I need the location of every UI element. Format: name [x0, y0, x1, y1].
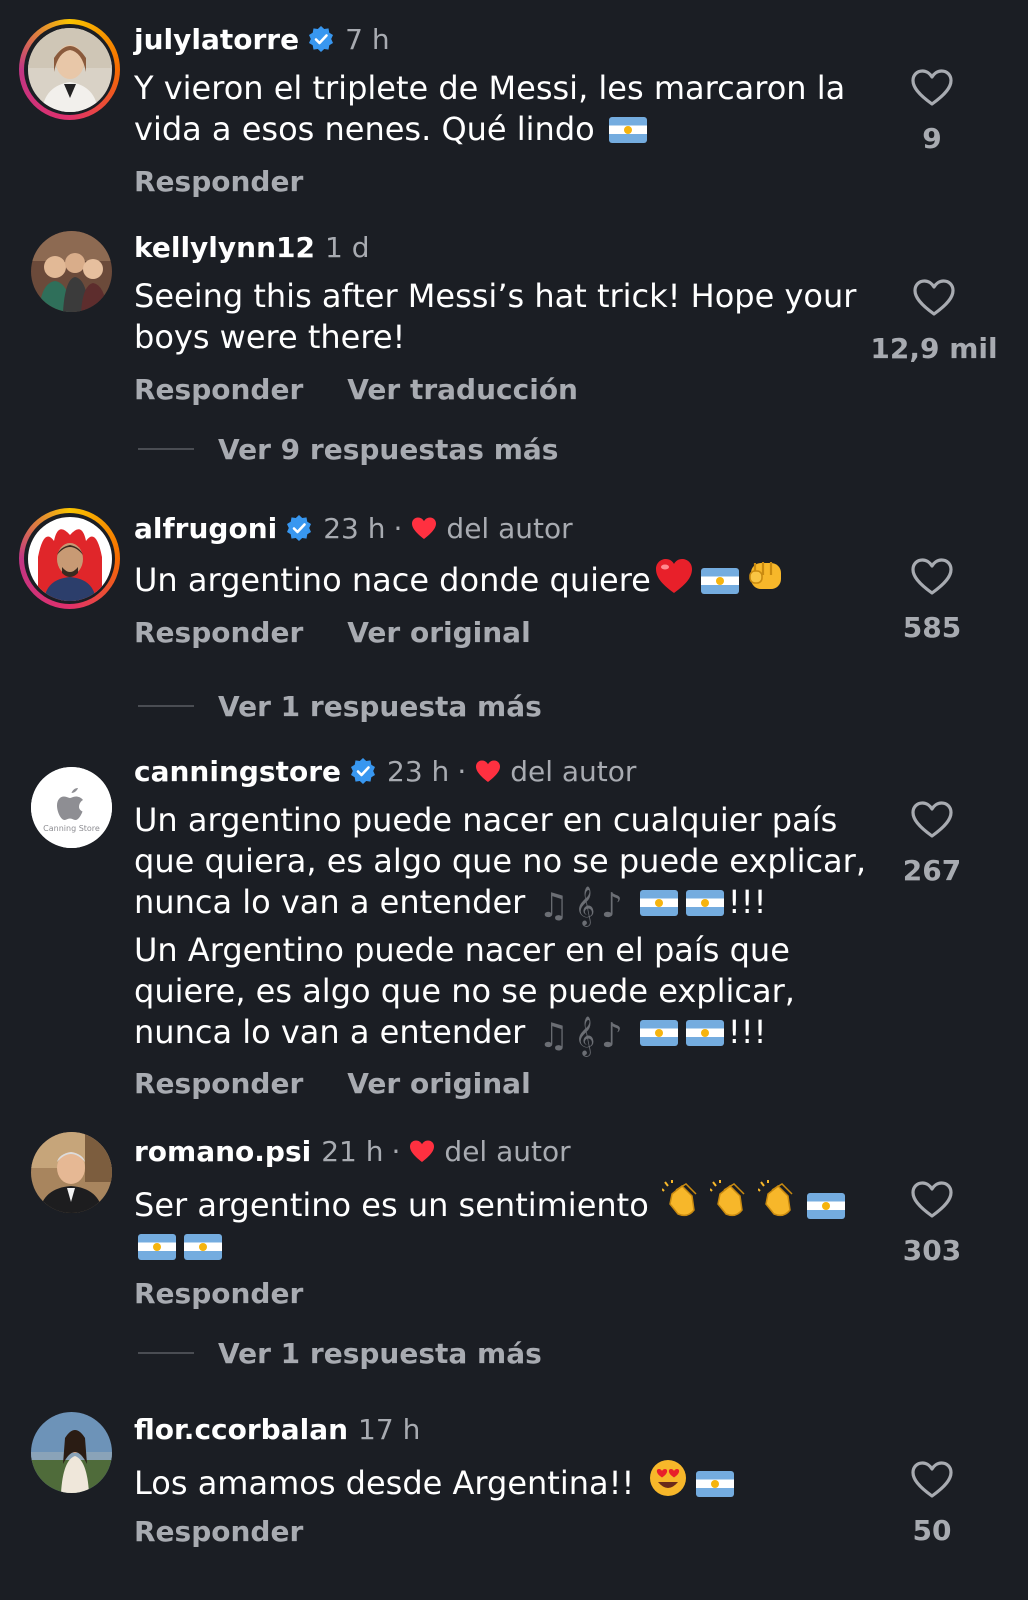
avatar	[27, 27, 112, 112]
avatar[interactable]	[31, 1412, 112, 1493]
comment-time: 21 h	[321, 1134, 384, 1168]
clapping-hands-icon	[661, 1180, 697, 1217]
author-liked-heart-icon	[474, 757, 502, 785]
username[interactable]: julylatorre	[134, 23, 299, 56]
reply-button[interactable]: Responder	[134, 1277, 303, 1310]
author-liked-label: del autor	[446, 511, 573, 545]
reply-button[interactable]: Responder	[134, 1515, 303, 1548]
username[interactable]: kellylynn12	[134, 231, 315, 264]
like-button[interactable]: 303	[872, 1180, 992, 1267]
flag-argentina-icon	[639, 890, 678, 916]
see-original-button[interactable]: Ver original	[347, 1067, 530, 1100]
author-liked-heart-icon	[410, 514, 438, 542]
username[interactable]: romano.psi	[134, 1135, 311, 1168]
reply-button[interactable]: Responder	[134, 165, 303, 198]
musical-score-icon: 𝄞	[574, 1016, 596, 1056]
comment-text: Los amamos desde Argentina!!	[134, 1458, 894, 1504]
flag-argentina-icon	[806, 1193, 845, 1219]
see-original-button[interactable]: Ver original	[347, 616, 530, 649]
view-more-replies-button[interactable]: Ver 9 respuestas más	[138, 429, 558, 469]
view-more-replies-button[interactable]: Ver 1 respuesta más	[138, 1333, 542, 1373]
avatar[interactable]	[31, 1132, 112, 1213]
like-button[interactable]: 50	[872, 1460, 992, 1547]
comment-text: Un argentino nace donde quiere	[134, 557, 894, 601]
like-button[interactable]: 12,9 mil	[864, 278, 1004, 365]
flag-argentina-icon	[696, 1471, 735, 1497]
author-liked-label: del autor	[510, 754, 637, 788]
comment-time: 23 h	[387, 754, 450, 788]
comment-text: Seeing this after Messi’s hat trick! Hop…	[134, 277, 857, 356]
like-button[interactable]: 267	[872, 800, 992, 887]
flag-argentina-icon	[639, 1020, 678, 1046]
comment-time: 23 h	[323, 511, 386, 545]
view-more-replies-label: Ver 1 respuesta más	[218, 689, 542, 723]
like-button[interactable]: 9	[872, 68, 992, 155]
comment-time: 1 d	[325, 230, 370, 264]
heart-outline-icon	[911, 558, 953, 595]
red-heart-icon	[655, 559, 692, 593]
reply-button[interactable]: Responder	[134, 616, 303, 649]
see-translation-button[interactable]: Ver traducción	[347, 373, 578, 406]
view-more-replies-label: Ver 1 respuesta más	[218, 1336, 542, 1370]
view-more-replies-button[interactable]: Ver 1 respuesta más	[138, 686, 542, 726]
username[interactable]: alfrugoni	[134, 512, 277, 545]
verified-badge-icon	[307, 25, 335, 53]
musical-note-icon: ♪	[601, 1016, 623, 1056]
verified-badge-icon	[285, 514, 313, 542]
like-count: 50	[912, 1514, 952, 1547]
heart-outline-icon	[911, 69, 953, 106]
replies-divider	[138, 448, 194, 450]
clapping-hands-icon	[757, 1180, 793, 1217]
musical-note-icon: ♪	[601, 886, 623, 926]
like-count: 9	[922, 122, 942, 155]
musical-score-icon: 𝄞	[574, 886, 596, 926]
like-count: 267	[902, 854, 962, 887]
like-count: 12,9 mil	[870, 332, 998, 365]
comment-time: 17 h	[358, 1412, 421, 1446]
author-liked-heart-icon	[408, 1137, 436, 1165]
clapping-hands-icon	[709, 1180, 745, 1217]
heart-eyes-face-icon	[650, 1460, 687, 1496]
flag-argentina-icon	[685, 1020, 724, 1046]
comment-translation-text: Un Argentino puede nacer en el país que …	[134, 931, 795, 1056]
username[interactable]: flor.ccorbalan	[134, 1413, 348, 1446]
heart-outline-icon	[913, 279, 955, 316]
comment-text: Y vieron el triplete de Messi, les marca…	[134, 69, 846, 148]
flag-argentina-icon	[700, 568, 739, 594]
flag-argentina-icon	[138, 1234, 176, 1260]
like-count: 303	[902, 1234, 962, 1267]
author-liked-label: del autor	[444, 1134, 571, 1168]
avatar[interactable]	[31, 231, 112, 312]
reply-button[interactable]: Responder	[134, 1067, 303, 1100]
flag-argentina-icon	[608, 117, 647, 143]
heart-outline-icon	[911, 801, 953, 838]
avatar-caption: Canning Store	[43, 824, 100, 833]
avatar-story-ring[interactable]	[19, 508, 120, 609]
replies-divider	[138, 705, 194, 707]
username[interactable]: canningstore	[134, 755, 341, 788]
view-more-replies-label: Ver 9 respuestas más	[218, 432, 559, 466]
heart-outline-icon	[911, 1461, 953, 1498]
replies-divider	[138, 1352, 194, 1354]
comment-text: Ser argentino es un sentimiento	[134, 1180, 894, 1267]
fist-icon	[749, 562, 781, 589]
avatar[interactable]: Canning Store	[31, 767, 112, 848]
verified-badge-icon	[349, 757, 377, 785]
flag-argentina-icon	[685, 890, 724, 916]
avatar	[27, 516, 112, 601]
like-count: 585	[902, 611, 962, 644]
musical-notes-icon: ♫	[538, 1016, 569, 1056]
flag-argentina-icon	[184, 1234, 222, 1260]
like-button[interactable]: 585	[872, 557, 992, 644]
heart-outline-icon	[911, 1181, 953, 1218]
avatar-story-ring[interactable]	[19, 19, 120, 120]
comment-text: Un argentino puede nacer en cualquier pa…	[134, 801, 866, 926]
comment-time: 7 h	[345, 22, 390, 56]
musical-notes-icon: ♫	[538, 886, 569, 926]
reply-button[interactable]: Responder	[134, 373, 303, 406]
